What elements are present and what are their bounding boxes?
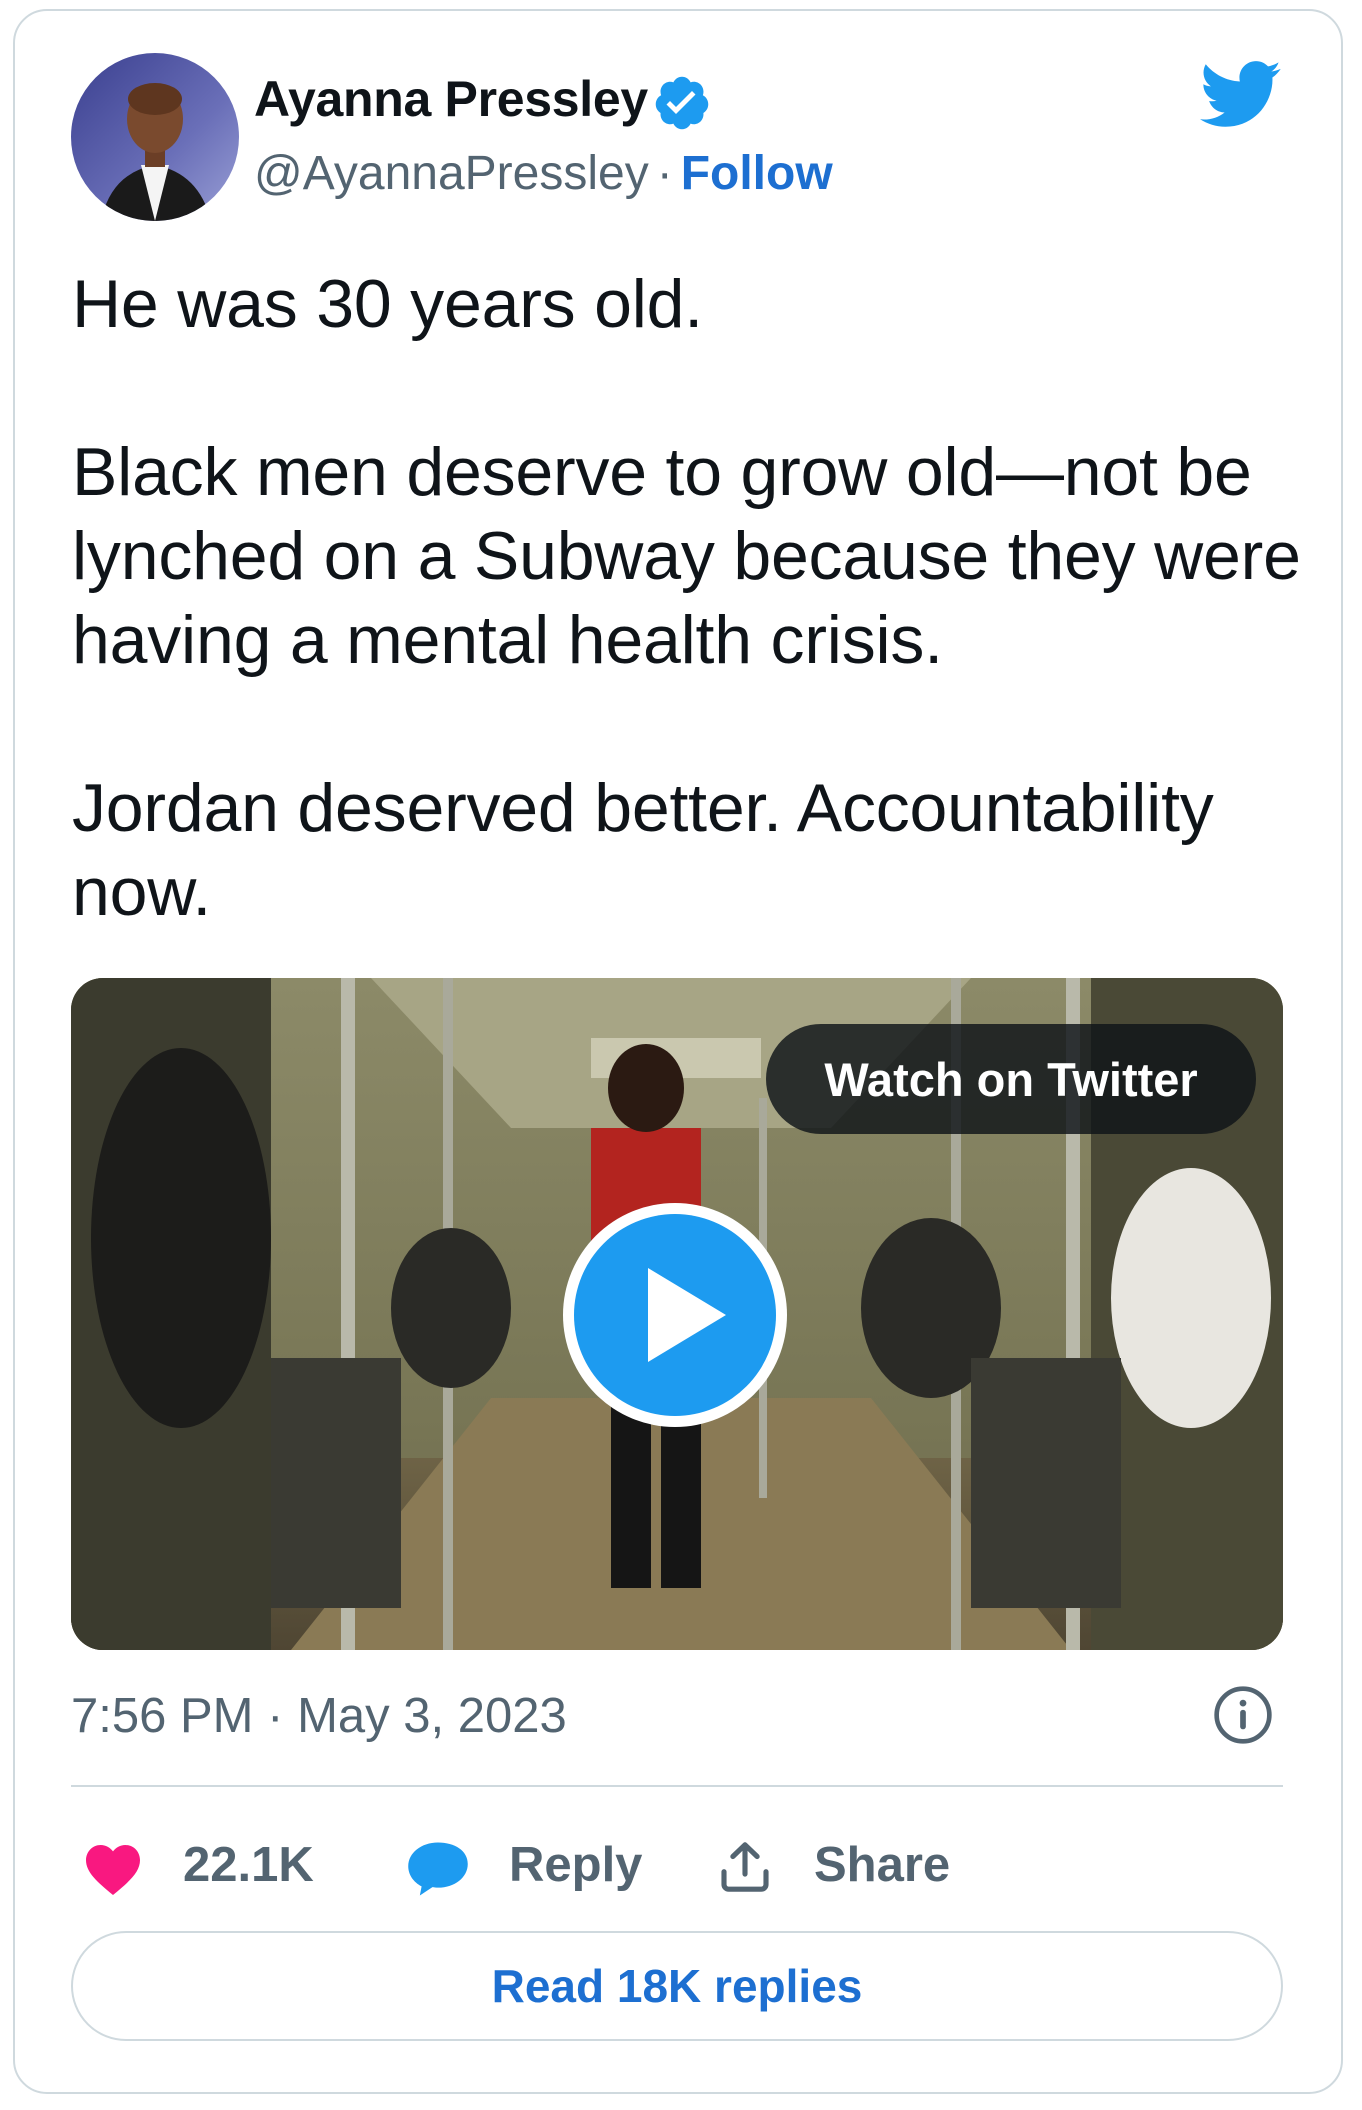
tweet-date: May 3, 2023 <box>297 1689 567 1743</box>
play-icon[interactable] <box>560 1200 790 1430</box>
watch-on-twitter-button[interactable]: Watch on Twitter <box>766 1024 1256 1134</box>
reply-button[interactable]: Reply <box>509 1820 642 1910</box>
author-name[interactable]: Ayanna Pressley <box>254 70 648 128</box>
tweet-actions: 22.1K Reply Share <box>71 1820 1283 1910</box>
author-avatar[interactable] <box>71 53 239 221</box>
follow-button[interactable]: Follow <box>681 147 833 200</box>
tweet-paragraph: He was 30 years old. <box>72 266 703 342</box>
read-replies-button[interactable]: Read 18K replies <box>71 1931 1283 2041</box>
separator-dot: · <box>267 1689 284 1743</box>
divider <box>71 1785 1283 1787</box>
tweet-paragraph: Jordan deserved better. Accountability n… <box>72 770 1214 930</box>
author-handle-row: @AyannaPressley · Follow <box>254 146 833 201</box>
tweet-time: 7:56 PM <box>71 1689 254 1743</box>
author-handle[interactable]: @AyannaPressley <box>254 147 649 200</box>
share-button[interactable]: Share <box>814 1820 950 1910</box>
share-upload-icon[interactable] <box>717 1838 773 1896</box>
info-icon[interactable] <box>1212 1684 1274 1746</box>
tweet-text: He was 30 years old. Black men deserve t… <box>72 262 1302 934</box>
twitter-bird-icon[interactable] <box>1200 60 1282 130</box>
tweet-paragraph: Black men deserve to grow old—not be lyn… <box>72 434 1301 678</box>
tweet-timestamp[interactable]: 7:56 PM · May 3, 2023 <box>71 1688 567 1744</box>
verified-badge-icon <box>655 76 709 130</box>
heart-icon[interactable] <box>83 1842 143 1896</box>
reply-bubble-icon[interactable] <box>405 1840 471 1898</box>
separator-dot: · <box>656 147 673 200</box>
like-count[interactable]: 22.1K <box>183 1820 314 1910</box>
